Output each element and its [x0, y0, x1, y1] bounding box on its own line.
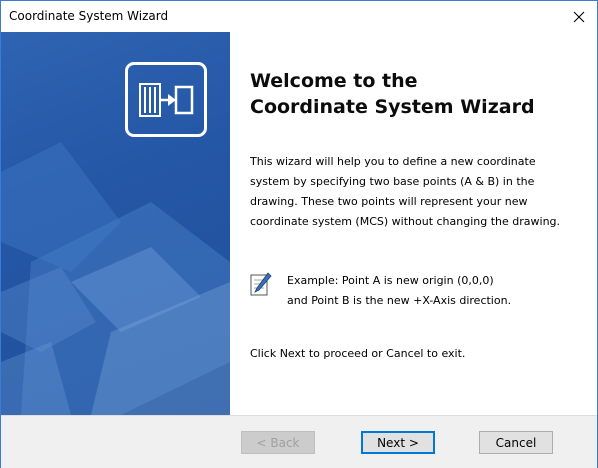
desc-line-1: This wizard will help you to define a ne…	[250, 155, 536, 168]
back-button[interactable]: < Back	[241, 431, 315, 454]
desc-line-3: drawing. These two points will represent…	[250, 195, 528, 208]
wizard-window: Coordinate System Wizard Welcome to the …	[0, 0, 598, 468]
page-title: Welcome to the Coordinate System Wizard	[250, 68, 590, 120]
heading-line-2: Coordinate System Wizard	[250, 96, 535, 118]
cancel-button[interactable]: Cancel	[479, 431, 553, 454]
next-button[interactable]: Next >	[361, 431, 435, 454]
close-icon	[573, 11, 585, 22]
desc-line-4: coordinate system (MCS) without changing…	[250, 215, 561, 228]
close-button[interactable]	[561, 1, 597, 32]
instruction-text: Click Next to proceed or Cancel to exit.	[250, 347, 466, 360]
wizard-logo	[125, 62, 207, 137]
window-title: Coordinate System Wizard	[9, 9, 169, 23]
title-bar: Coordinate System Wizard	[1, 1, 597, 32]
heading-line-1: Welcome to the	[250, 70, 418, 92]
wizard-side-panel	[1, 32, 230, 415]
button-bar: < Back Next > Cancel	[1, 415, 597, 468]
coordinate-system-wizard-icon	[139, 82, 194, 117]
example-note: Example: Point A is new origin (0,0,0) a…	[287, 271, 587, 311]
description-text: This wizard will help you to define a ne…	[250, 152, 590, 232]
example-line-1: Example: Point A is new origin (0,0,0)	[287, 274, 494, 287]
wizard-content: Welcome to the Coordinate System Wizard …	[230, 32, 597, 415]
desc-line-2: system by specifying two base points (A …	[250, 175, 535, 188]
example-line-2: and Point B is the new +X-Axis direction…	[287, 294, 512, 307]
notepad-icon	[250, 272, 272, 296]
